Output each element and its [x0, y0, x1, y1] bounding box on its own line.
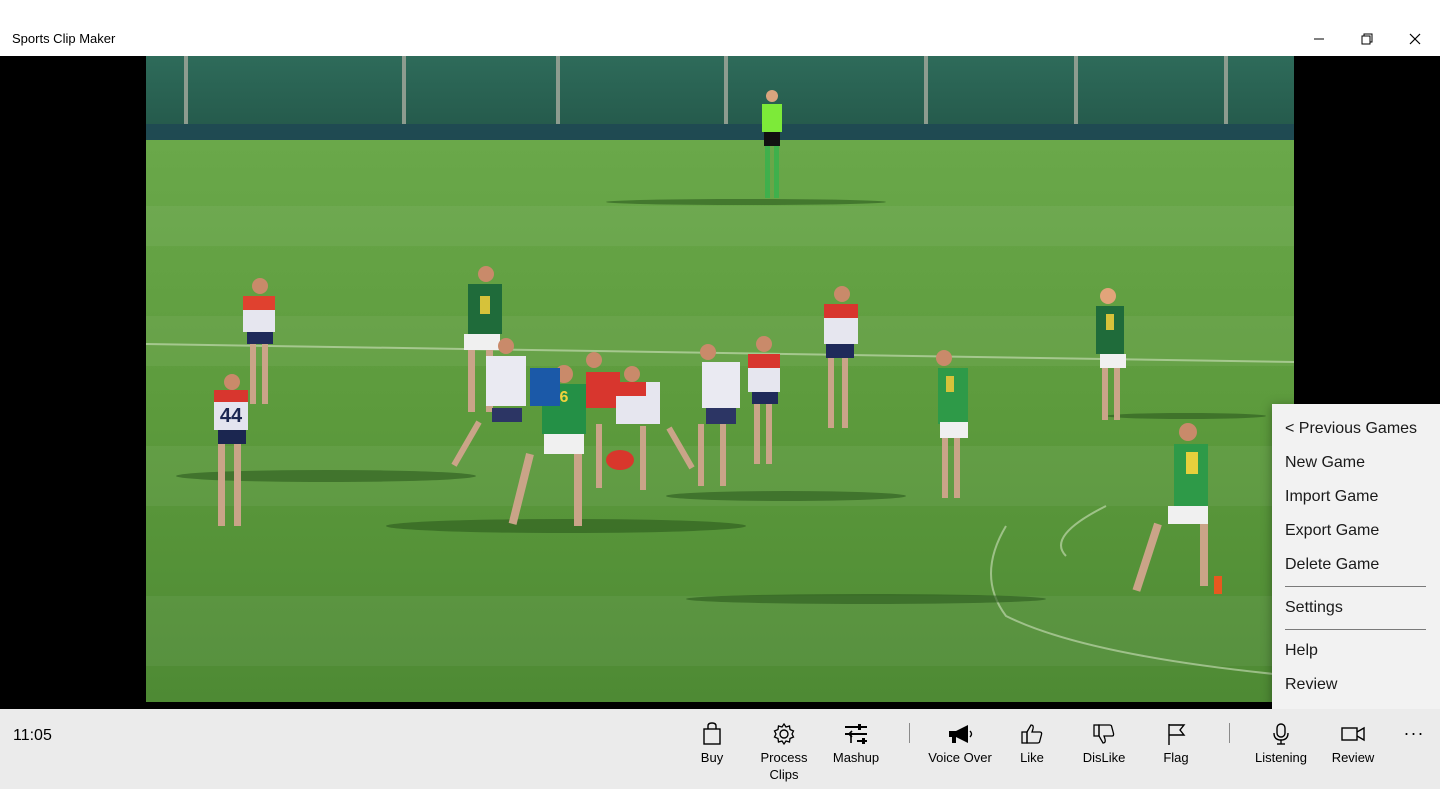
command-separator: [1229, 723, 1230, 743]
menu-item-settings[interactable]: Settings: [1272, 591, 1440, 625]
video-player[interactable]: 44 6 < Previous Games New Game Import Ga…: [0, 56, 1440, 709]
football-match-image: 44 6: [146, 56, 1294, 702]
buy-button[interactable]: Buy: [678, 721, 746, 766]
close-button[interactable]: [1392, 24, 1438, 54]
thumbs-down-icon: [1093, 724, 1115, 744]
minimize-icon: [1314, 38, 1324, 40]
restore-button[interactable]: [1344, 24, 1390, 54]
title-bar: Sports Clip Maker: [0, 0, 1440, 56]
process-clips-button[interactable]: Process Clips: [750, 721, 818, 783]
menu-item-help[interactable]: Help: [1272, 634, 1440, 668]
menu-item-delete-game[interactable]: Delete Game: [1272, 548, 1440, 582]
jersey-44: 44: [220, 405, 243, 427]
gear-icon: [773, 722, 795, 746]
process-clips-label-line2: Clips: [769, 767, 799, 782]
mashup-icon: [845, 724, 867, 744]
mashup-label: Mashup: [832, 750, 880, 765]
menu-divider: [1285, 629, 1426, 630]
jersey-6: 6: [560, 389, 569, 406]
microphone-icon: [1273, 723, 1289, 745]
command-bar: 11:05 Buy Process Clips Mashup Voice Ove…: [0, 709, 1440, 789]
restore-icon: [1361, 33, 1373, 45]
voice-over-button[interactable]: Voice Over: [926, 721, 994, 766]
minimize-button[interactable]: [1296, 24, 1342, 54]
dislike-button[interactable]: DisLike: [1070, 721, 1138, 766]
voice-over-label: Voice Over: [928, 750, 992, 765]
menu-item-new-game[interactable]: New Game: [1272, 446, 1440, 480]
video-camera-icon: [1341, 726, 1365, 742]
dislike-label: DisLike: [1082, 750, 1126, 765]
video-frame[interactable]: 44 6: [146, 56, 1294, 702]
flag-button[interactable]: Flag: [1142, 721, 1210, 766]
like-button[interactable]: Like: [998, 721, 1066, 766]
menu-item-export-game[interactable]: Export Game: [1272, 514, 1440, 548]
shopping-bag-icon: [703, 722, 721, 745]
listening-button[interactable]: Listening: [1247, 721, 1315, 766]
flag-label: Flag: [1163, 750, 1189, 765]
review-label: Review: [1331, 750, 1375, 765]
like-label: Like: [1020, 750, 1044, 765]
playback-time: 11:05: [13, 727, 52, 744]
command-separator: [909, 723, 910, 743]
app-title: Sports Clip Maker: [12, 31, 116, 46]
close-icon: [1409, 33, 1421, 45]
process-clips-label-line1: Process: [760, 750, 808, 765]
buy-label: Buy: [700, 750, 724, 765]
menu-item-review[interactable]: Review: [1272, 668, 1440, 702]
menu-item-previous-games[interactable]: < Previous Games: [1272, 412, 1440, 446]
mashup-button[interactable]: Mashup: [822, 721, 890, 766]
thumbs-up-icon: [1021, 724, 1043, 744]
megaphone-icon: [949, 725, 973, 743]
menu-divider: [1285, 586, 1426, 587]
menu-item-import-game[interactable]: Import Game: [1272, 480, 1440, 514]
bottom-strip: [0, 789, 1440, 810]
flag-icon: [1168, 724, 1186, 745]
listening-label: Listening: [1254, 750, 1308, 765]
review-button[interactable]: Review: [1319, 721, 1387, 766]
overflow-menu: < Previous Games New Game Import Game Ex…: [1272, 404, 1440, 709]
more-options-button[interactable]: ···: [1396, 723, 1432, 747]
